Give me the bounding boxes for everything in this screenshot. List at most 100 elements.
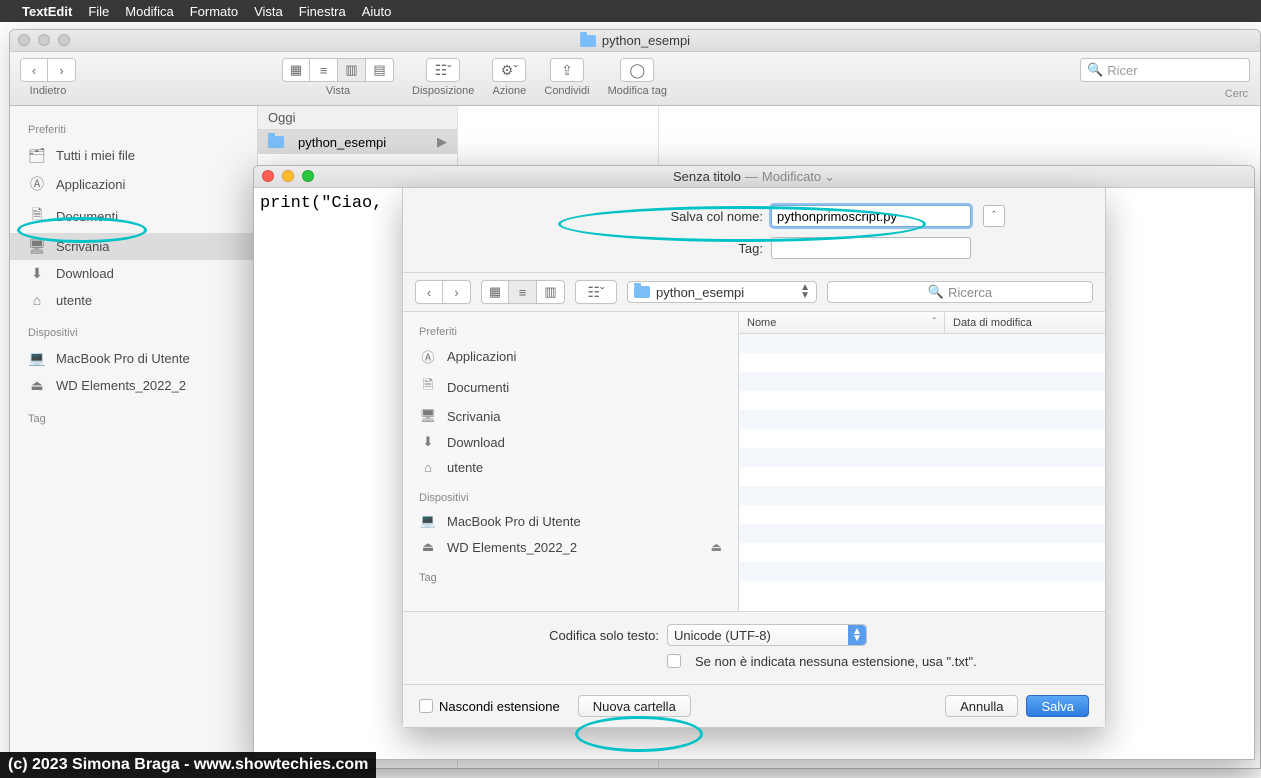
hide-extension-label: Nascondi estensione xyxy=(439,699,560,714)
textedit-title-text: Senza titolo xyxy=(673,169,741,184)
hide-extension-checkbox[interactable] xyxy=(419,699,433,713)
nav-group-button[interactable]: ☷ˇ xyxy=(575,280,617,304)
eject-icon[interactable]: ⏏ xyxy=(711,540,722,554)
save-sidebar-external-disk[interactable]: ⏏WD Elements_2022_2⏏ xyxy=(403,534,738,560)
action-button[interactable]: ⚙ˇ xyxy=(492,58,526,82)
save-sidebar-macbook[interactable]: 💻MacBook Pro di Utente xyxy=(403,508,738,534)
file-list-empty xyxy=(739,334,1105,611)
view-columns-button[interactable]: ▥ xyxy=(338,58,366,82)
zoom-icon[interactable] xyxy=(58,34,70,46)
save-sidebar-desktop[interactable]: 🖥Scrivania xyxy=(403,403,738,429)
app-menu[interactable]: TextEdit xyxy=(22,4,72,19)
save-tag-input[interactable] xyxy=(771,237,971,259)
nav-forward-button[interactable]: › xyxy=(443,280,471,304)
view-list-button[interactable]: ≡ xyxy=(310,58,338,82)
minimize-icon[interactable] xyxy=(38,34,50,46)
column-row-label: python_esempi xyxy=(298,135,386,150)
column-header-name[interactable]: Nomeˆ xyxy=(739,312,945,333)
finder-search-field[interactable]: 🔍 Ricer xyxy=(1080,58,1250,82)
edit-tags-button[interactable]: ◯ xyxy=(620,58,654,82)
menu-help[interactable]: Aiuto xyxy=(362,4,392,19)
item-label: Applicazioni xyxy=(447,349,516,364)
save-sidebar-home[interactable]: ⌂ utente xyxy=(403,455,738,480)
encoding-select[interactable]: Unicode (UTF-8) ▲▼ xyxy=(667,624,867,646)
save-name-label: Salva col nome: xyxy=(503,209,763,224)
encoding-value: Unicode (UTF-8) xyxy=(674,628,771,643)
save-sidebar-downloads[interactable]: ⬇Download xyxy=(403,429,738,455)
laptop-icon: 💻 xyxy=(28,350,46,367)
save-search-placeholder: Ricerca xyxy=(948,285,992,300)
view-label: Vista xyxy=(326,85,350,97)
chevron-down-icon[interactable]: ⌄ xyxy=(824,169,835,185)
arrange-button[interactable]: ☷ˇ xyxy=(426,58,460,82)
downloads-icon: ⬇ xyxy=(419,434,437,450)
textedit-window: Senza titolo — Modificato ⌄ print("Ciao,… xyxy=(253,165,1255,760)
view-gallery-button[interactable]: ▤ xyxy=(366,58,394,82)
desktop-icon: 🖥 xyxy=(28,238,46,255)
close-icon[interactable] xyxy=(18,34,30,46)
item-label: utente xyxy=(447,460,483,475)
documents-icon: 🗎 xyxy=(28,204,46,228)
expand-button[interactable]: ˆ xyxy=(983,205,1005,227)
menu-file[interactable]: File xyxy=(88,4,109,19)
minimize-icon[interactable] xyxy=(282,170,294,182)
share-button[interactable]: ⇪ xyxy=(550,58,584,82)
share-label: Condividi xyxy=(544,85,589,97)
zoom-icon[interactable] xyxy=(302,170,314,182)
btn-label: Annulla xyxy=(960,699,1003,714)
menu-view[interactable]: Vista xyxy=(254,4,283,19)
use-txt-checkbox[interactable] xyxy=(667,654,681,668)
sidebar-item-macbook[interactable]: 💻MacBook Pro di Utente xyxy=(10,345,257,372)
finder-toolbar: ‹ › Indietro ▦ ≡ ▥ ▤ Vista ☷ˇ Disposizio… xyxy=(10,52,1260,106)
col-label: Data di modifica xyxy=(953,317,1032,329)
new-folder-button[interactable]: Nuova cartella xyxy=(578,695,691,717)
column-header-modified[interactable]: Data di modifica xyxy=(945,312,1105,333)
sidebar-item-applications[interactable]: ⒶApplicazioni xyxy=(10,169,257,199)
cancel-button[interactable]: Annulla xyxy=(945,695,1018,717)
path-popup-button[interactable]: python_esempi ▲▼ xyxy=(627,281,817,303)
home-icon: ⌂ xyxy=(419,460,437,475)
forward-button[interactable]: › xyxy=(48,58,76,82)
col-label: Nome xyxy=(747,317,776,329)
finder-search-sublabel: Cerc xyxy=(1225,88,1250,100)
save-button[interactable]: Salva xyxy=(1026,695,1089,717)
nav-back-button[interactable]: ‹ xyxy=(415,280,443,304)
sidebar-item-documents[interactable]: 🗎Documenti xyxy=(10,199,257,233)
save-sidebar-applications[interactable]: ⒶApplicazioni xyxy=(403,342,738,371)
encoding-label: Codifica solo testo: xyxy=(419,628,659,643)
save-search-field[interactable]: 🔍 Ricerca xyxy=(827,281,1093,303)
column-head-today: Oggi xyxy=(258,106,457,130)
path-label: python_esempi xyxy=(656,285,744,300)
back-button[interactable]: ‹ xyxy=(20,58,48,82)
sidebar-item-downloads[interactable]: ⬇Download xyxy=(10,260,257,287)
finder-titlebar: python_esempi xyxy=(10,30,1260,52)
sidebar-item-external-disk[interactable]: ⏏WD Elements_2022_2 xyxy=(10,372,257,399)
sidebar-item-home[interactable]: ⌂utente xyxy=(10,287,257,313)
sidebar-label: Applicazioni xyxy=(56,177,125,192)
save-sidebar: Preferiti ⒶApplicazioni 🗎Documenti 🖥Scri… xyxy=(403,312,739,611)
folder-icon xyxy=(580,35,596,47)
sidebar-label: WD Elements_2022_2 xyxy=(56,378,186,393)
menu-window[interactable]: Finestra xyxy=(299,4,346,19)
sidebar-label: Tutti i miei file xyxy=(56,148,135,163)
sidebar-label: utente xyxy=(56,293,92,308)
view-icons-button[interactable]: ▦ xyxy=(282,58,310,82)
updown-icon: ▲▼ xyxy=(848,625,866,645)
textedit-document-body[interactable]: print("Ciao, xyxy=(254,188,404,219)
nav-view-columns-button[interactable]: ▥ xyxy=(537,280,565,304)
save-name-input[interactable] xyxy=(771,205,971,227)
sidebar-head-tags: Tag xyxy=(10,409,257,431)
nav-view-icons-button[interactable]: ▦ xyxy=(481,280,509,304)
menu-format[interactable]: Formato xyxy=(190,4,238,19)
nav-view-list-button[interactable]: ≡ xyxy=(509,280,537,304)
chevron-right-icon: ▶ xyxy=(437,134,447,150)
save-nav-toolbar: ‹ › ▦ ≡ ▥ ☷ˇ python_esempi ▲▼ 🔍 Ricerca xyxy=(403,272,1105,312)
save-tag-label: Tag: xyxy=(503,241,763,256)
column-row-python-esempi[interactable]: python_esempi ▶ xyxy=(258,130,457,154)
updown-icon: ▲▼ xyxy=(800,284,810,300)
save-sidebar-documents[interactable]: 🗎Documenti xyxy=(403,371,738,403)
sidebar-item-desktop[interactable]: 🖥Scrivania xyxy=(10,233,257,260)
menu-edit[interactable]: Modifica xyxy=(125,4,173,19)
sidebar-item-all-files[interactable]: 🗂Tutti i miei file xyxy=(10,142,257,169)
close-icon[interactable] xyxy=(262,170,274,182)
